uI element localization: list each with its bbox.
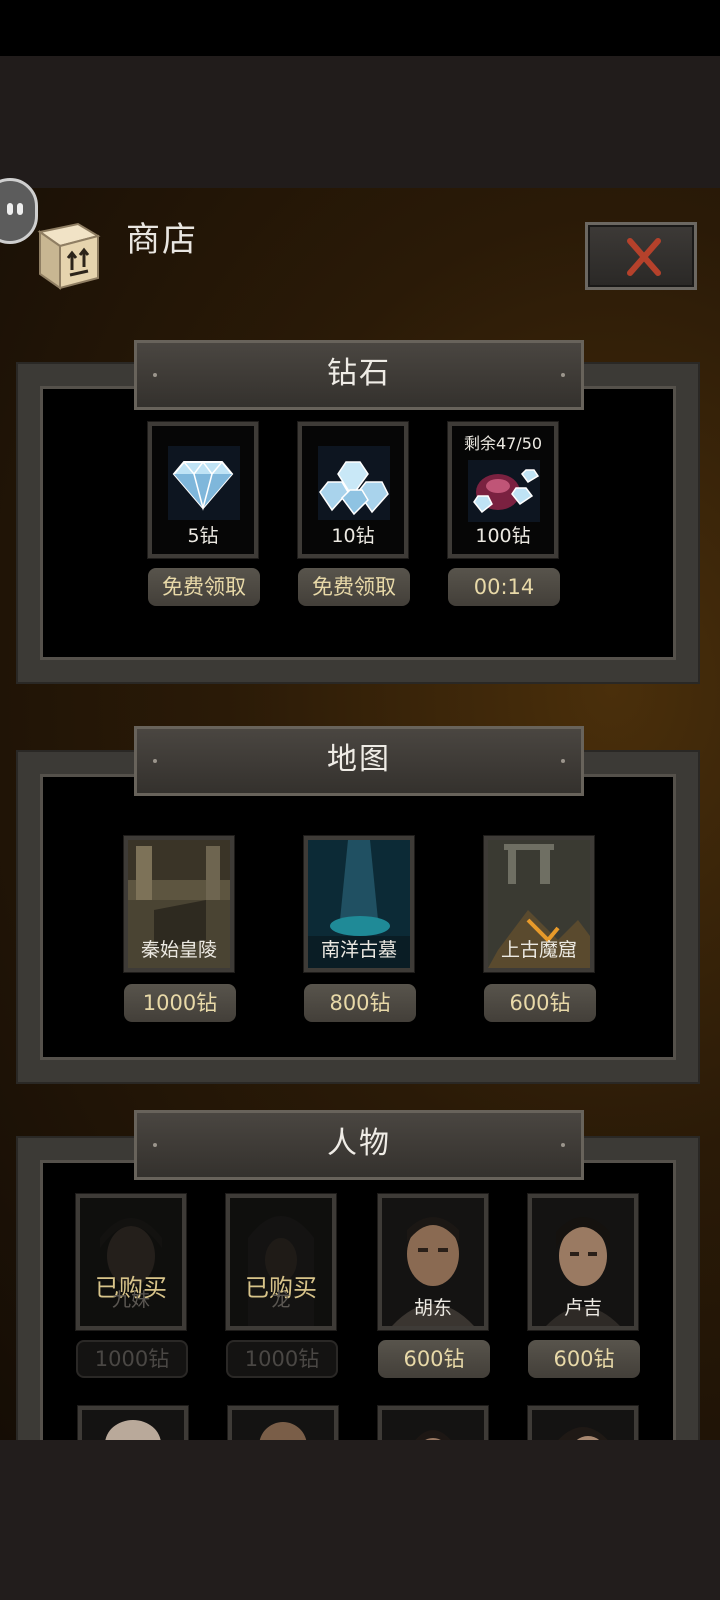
map-price-button[interactable]: 800钻: [304, 984, 416, 1022]
map-name: 上古魔窟: [500, 939, 577, 961]
map-name: 南洋古墓: [320, 939, 397, 961]
character-price-button: 1000钻: [226, 1340, 338, 1378]
top-band: [0, 56, 720, 188]
character-section-title: 人物: [134, 1110, 584, 1180]
diamond-section-title: 钻石: [134, 340, 584, 410]
diamond-card-10[interactable]: 10钻: [298, 422, 408, 558]
character-name: 胡东: [413, 1297, 452, 1319]
diamond-amount: 100钻: [475, 525, 531, 547]
map-price-button[interactable]: 600钻: [484, 984, 596, 1022]
page-title: 商店: [126, 220, 198, 260]
map-card-nanyang[interactable]: 南洋古墓: [304, 836, 414, 972]
character-price-button: 1000钻: [76, 1340, 188, 1378]
map-price-button[interactable]: 1000钻: [124, 984, 236, 1022]
map-name: 秦始皇陵: [140, 939, 217, 961]
character-card-long[interactable]: 已购买 龙: [226, 1194, 336, 1330]
close-button[interactable]: [585, 222, 697, 290]
cooldown-timer: 00:14: [448, 568, 560, 606]
status-bar: [0, 0, 720, 56]
character-price-button[interactable]: 600钻: [528, 1340, 640, 1378]
diamond-amount: 5钻: [187, 525, 219, 547]
character-card-jiumei[interactable]: 已购买 九妹: [76, 1194, 186, 1330]
character-name: 卢吉: [563, 1297, 602, 1319]
claim-free-button[interactable]: 免费领取: [148, 568, 260, 606]
map-card-qinshihuang[interactable]: 秦始皇陵: [124, 836, 234, 972]
close-icon: [627, 238, 661, 276]
character-card-hudong[interactable]: 胡东: [378, 1194, 488, 1330]
claim-free-button[interactable]: 免费领取: [298, 568, 410, 606]
diamond-card-5[interactable]: 5钻: [148, 422, 258, 558]
map-section-title: 地图: [134, 726, 584, 796]
character-name: 九妹: [111, 1289, 150, 1311]
bottom-band: [0, 1440, 720, 1600]
diamond-amount: 10钻: [331, 525, 375, 547]
character-price-button[interactable]: 600钻: [378, 1340, 490, 1378]
map-card-shanggu[interactable]: 上古魔窟: [484, 836, 594, 972]
diamond-card-100[interactable]: 剩余47/50 100钻: [448, 422, 558, 558]
box-icon: [37, 222, 101, 290]
character-name: 龙: [271, 1289, 291, 1311]
character-card-luji[interactable]: 卢吉: [528, 1194, 638, 1330]
